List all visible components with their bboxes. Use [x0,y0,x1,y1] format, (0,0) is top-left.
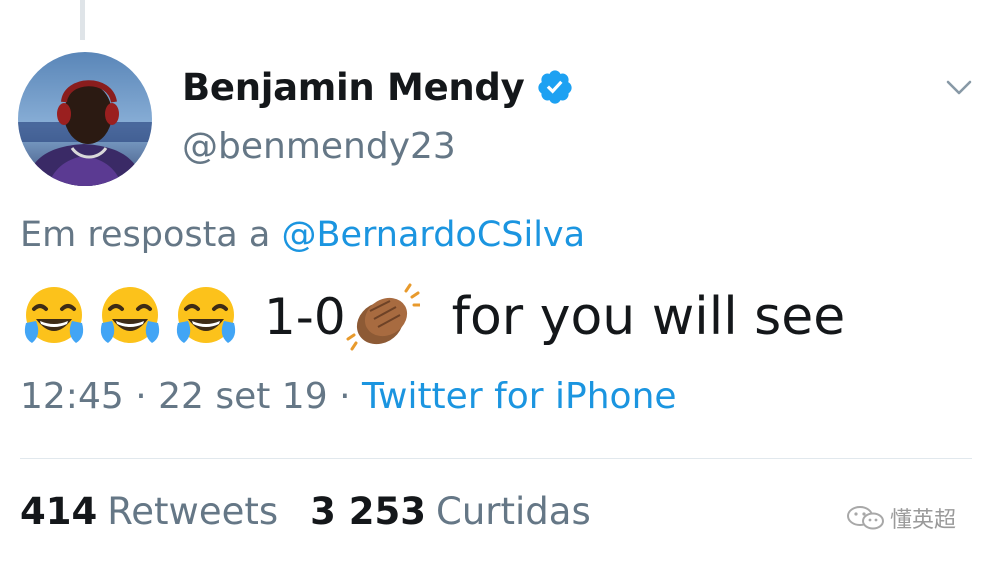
watermark-text: 懂英超 [890,508,957,533]
tweet-text: 1-0 for you will see [20,282,845,352]
author-name[interactable]: Benjamin Mendy [182,66,525,109]
likes-stat[interactable]: 3 253 Curtidas [310,490,591,533]
watermark: 懂英超 [846,503,956,533]
tweet-source-link[interactable]: Twitter for iPhone [362,376,677,417]
author-name-row[interactable]: Benjamin Mendy [182,62,574,112]
face-with-tears-of-joy-icon [172,283,240,351]
tweet-score-text: 1-0 [264,288,346,346]
tweet-message-text: for you will see [451,287,846,347]
avatar-photo [18,52,152,186]
tweet-stats: 414 Retweets 3 253 Curtidas [20,490,591,533]
face-with-tears-of-joy-icon [20,283,88,351]
retweets-stat[interactable]: 414 Retweets [20,490,278,533]
retweets-label: Retweets [107,490,279,533]
likes-count: 3 253 [310,490,426,533]
reply-mention-link[interactable]: @BernardoCSilva [281,215,585,255]
retweets-count: 414 [20,490,98,533]
author-handle[interactable]: @benmendy23 [182,126,456,167]
tweet-screenshot: Benjamin Mendy @benmendy23 Em resposta a… [0,0,1000,563]
meta-separator: · [123,376,159,417]
reply-prefix: Em resposta a [20,215,282,255]
clapping-hands-icon [346,283,422,351]
tweet-time[interactable]: 12:45 [20,376,124,417]
tweet-date[interactable]: 22 set 19 [158,376,328,417]
wechat-icon [846,505,886,531]
avatar[interactable] [18,52,152,186]
face-with-tears-of-joy-icon [96,283,164,351]
thread-connector-line [80,0,85,40]
verified-badge-icon [536,68,574,106]
reply-context: Em resposta a @BernardoCSilva [20,215,585,255]
chevron-down-icon[interactable] [944,72,974,102]
likes-label: Curtidas [436,490,591,533]
meta-separator: · [327,376,362,417]
tweet-meta: 12:45 · 22 set 19 · Twitter for iPhone [20,376,677,417]
divider [20,458,972,459]
